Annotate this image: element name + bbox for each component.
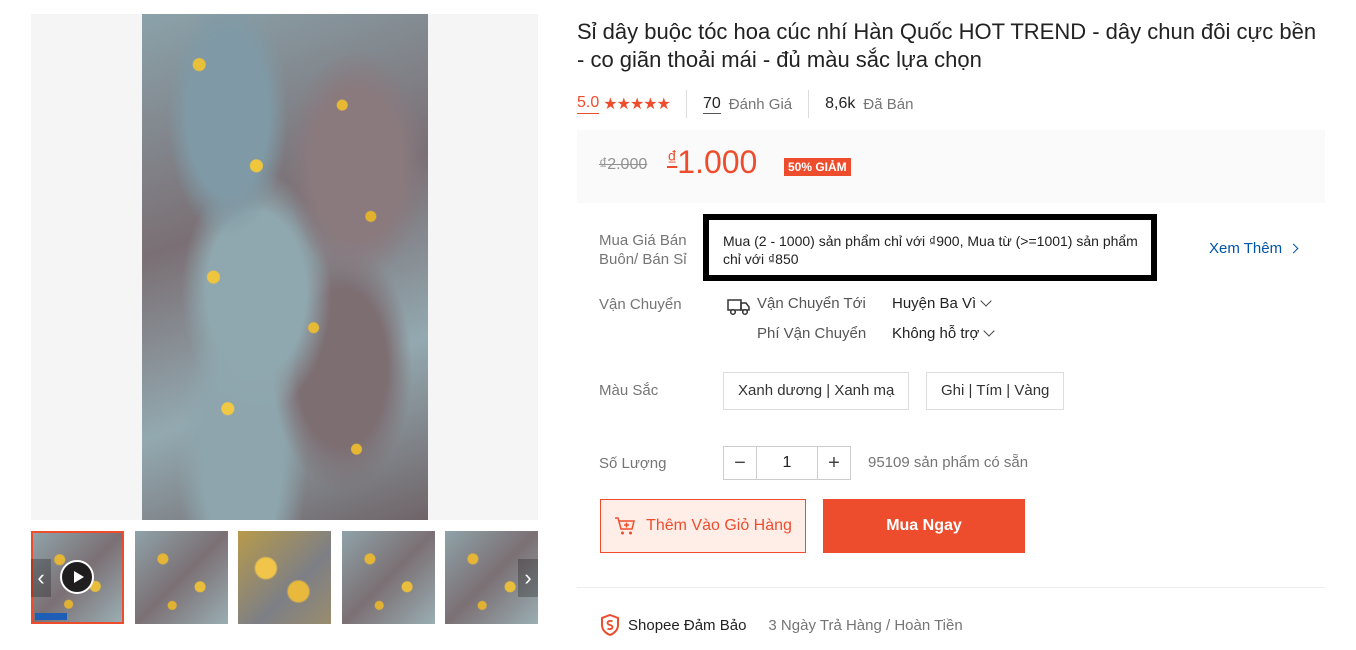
chevron-down-icon bbox=[983, 325, 996, 337]
chevron-right-icon[interactable]: › bbox=[518, 559, 538, 597]
see-more-link[interactable]: Xem Thêm bbox=[1209, 240, 1299, 257]
wholesale-label: Mua Giá Bán Buôn/ Bán Sỉ bbox=[599, 232, 687, 268]
color-option-grey[interactable]: Ghi | Tím | Vàng bbox=[926, 372, 1065, 410]
add-to-cart-button[interactable]: Thêm Vào Giỏ Hàng bbox=[600, 499, 806, 553]
shopee-guarantee[interactable]: Shopee Đảm Bảo 3 Ngày Trả Hàng / Hoàn Ti… bbox=[600, 614, 963, 636]
current-price-value: 1.000 bbox=[677, 144, 758, 180]
star-rating-icon: ★★★★★ bbox=[603, 96, 671, 113]
see-more-label: Xem Thêm bbox=[1209, 240, 1283, 257]
shield-icon bbox=[601, 614, 619, 636]
ship-to-select[interactable]: Huyện Ba Vì bbox=[892, 295, 992, 312]
sold-label: Đã Bán bbox=[863, 95, 914, 113]
quantity-label: Số Lượng bbox=[599, 455, 667, 472]
truck-icon bbox=[727, 299, 750, 316]
product-main-image[interactable] bbox=[142, 14, 428, 520]
chevron-left-icon[interactable]: ‹ bbox=[31, 559, 51, 597]
stock-text: 95109 sản phẩm có sẵn bbox=[868, 454, 1029, 471]
color-label: Màu Sắc bbox=[599, 382, 659, 399]
divider bbox=[685, 90, 687, 118]
price-box: ₫2.000 ₫1.000 50% GIẢM bbox=[577, 130, 1325, 203]
ship-to-label: Vận Chuyển Tới bbox=[757, 295, 866, 312]
chevron-down-icon bbox=[980, 295, 992, 307]
shipping-label: Vận Chuyển bbox=[599, 296, 682, 313]
shipping-fee-value: Không hỗ trợ bbox=[892, 325, 980, 342]
increase-button[interactable]: + bbox=[817, 446, 851, 480]
product-title: Sỉ dây buộc tóc hoa cúc nhí Hàn Quốc HOT… bbox=[577, 19, 1317, 72]
decrease-button[interactable]: − bbox=[723, 446, 757, 480]
buy-now-button[interactable]: Mua Ngay bbox=[823, 499, 1025, 553]
shipping-fee-label: Phí Vận Chuyển bbox=[757, 325, 867, 342]
ship-to-value: Huyện Ba Vì bbox=[892, 295, 977, 312]
sold-count: 8,6k bbox=[825, 95, 856, 112]
shipping-fee-select[interactable]: Không hỗ trợ bbox=[892, 325, 996, 342]
rating-row: 5.0 ★★★★★ 70 Đánh Giá 8,6k Đã Bán bbox=[577, 90, 914, 118]
wholesale-price-box: Mua (2 - 1000) sản phẩm chỉ với ₫900, Mu… bbox=[703, 214, 1157, 281]
divider bbox=[808, 90, 810, 118]
rating-value[interactable]: 5.0 bbox=[577, 94, 600, 114]
thumbnail-strip: ‹ › bbox=[31, 531, 538, 624]
thumbnail-3[interactable] bbox=[238, 531, 331, 624]
thumbnail-4[interactable] bbox=[342, 531, 435, 624]
current-price: ₫1.000 bbox=[667, 144, 757, 181]
play-icon[interactable] bbox=[60, 560, 94, 594]
currency-symbol: ₫ bbox=[667, 148, 678, 170]
discount-badge: 50% GIẢM bbox=[784, 158, 851, 176]
review-count[interactable]: 70 bbox=[702, 95, 721, 114]
add-to-cart-label: Thêm Vào Giỏ Hàng bbox=[646, 517, 792, 534]
section-divider bbox=[577, 587, 1325, 588]
guarantee-text: 3 Ngày Trả Hàng / Hoàn Tiền bbox=[768, 616, 963, 634]
review-label: Đánh Giá bbox=[728, 95, 793, 113]
quantity-stepper: − 1 + bbox=[723, 446, 851, 480]
cart-icon bbox=[615, 517, 636, 535]
guarantee-title: Shopee Đảm Bảo bbox=[628, 616, 747, 634]
original-price: ₫2.000 bbox=[599, 156, 648, 173]
quantity-input[interactable]: 1 bbox=[757, 446, 817, 480]
product-main-image-area[interactable] bbox=[31, 14, 538, 520]
color-option-blue[interactable]: Xanh dương | Xanh mạ bbox=[723, 372, 910, 410]
thumbnail-badge bbox=[35, 613, 67, 620]
chevron-right-icon bbox=[1288, 243, 1299, 254]
thumbnail-2[interactable] bbox=[135, 531, 228, 624]
